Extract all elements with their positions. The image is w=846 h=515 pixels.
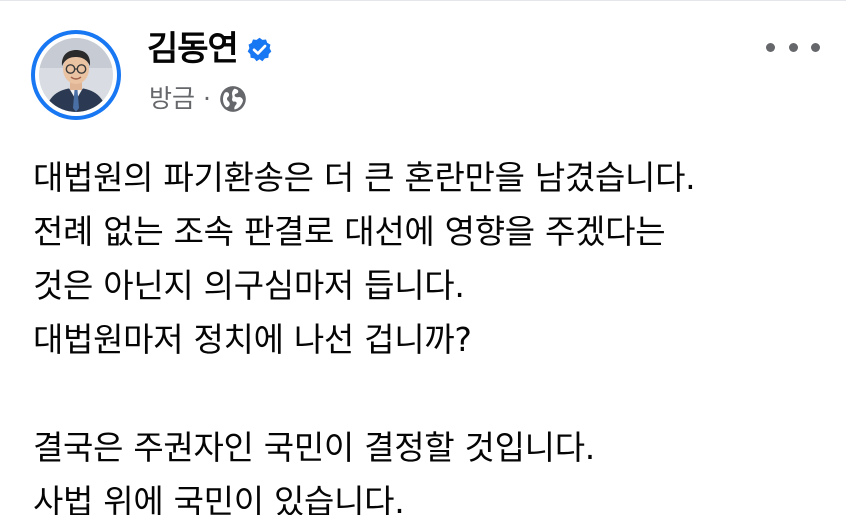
author-name[interactable]: 김동연 [147,29,239,69]
profile-photo-icon [39,38,113,112]
profile-photo [35,34,117,116]
more-dots-icon [766,42,775,52]
verified-badge-icon [246,36,273,63]
post-card: 김동연 방금 · 대법원의 파기환송은 더 큰 혼란만을 남겼습니다. 전례 없… [0,0,846,515]
post-text-line: 대법원마저 정치에 나선 겁니까? [33,320,472,359]
post-text-line: 사법 위에 국민이 있습니다. [33,482,405,515]
more-dots-icon [811,42,820,52]
post-text-line: 것은 아닌지 의구심마저 듭니다. [33,266,465,305]
author-row: 김동연 [147,29,273,69]
avatar[interactable] [31,30,121,120]
post-text-line: 대법원의 파기환송은 더 큰 혼란만을 남겼습니다. [33,158,696,197]
post-header: 김동연 방금 · [28,27,826,127]
post-timestamp[interactable]: 방금 [149,83,195,115]
post-body: 대법원의 파기환송은 더 큰 혼란만을 남겼습니다. 전례 없는 조속 판결로 … [33,151,830,515]
more-options-button[interactable] [766,27,820,67]
more-dots-icon [788,42,798,52]
post-text-line: 전례 없는 조속 판결로 대선에 영향을 주겠다는 [33,212,666,251]
globe-icon[interactable] [219,85,247,113]
post-meta: 방금 · [149,83,247,115]
post-text-line: 결국은 주권자인 국민이 결정할 것입니다. [33,428,595,467]
meta-separator: · [203,84,211,113]
